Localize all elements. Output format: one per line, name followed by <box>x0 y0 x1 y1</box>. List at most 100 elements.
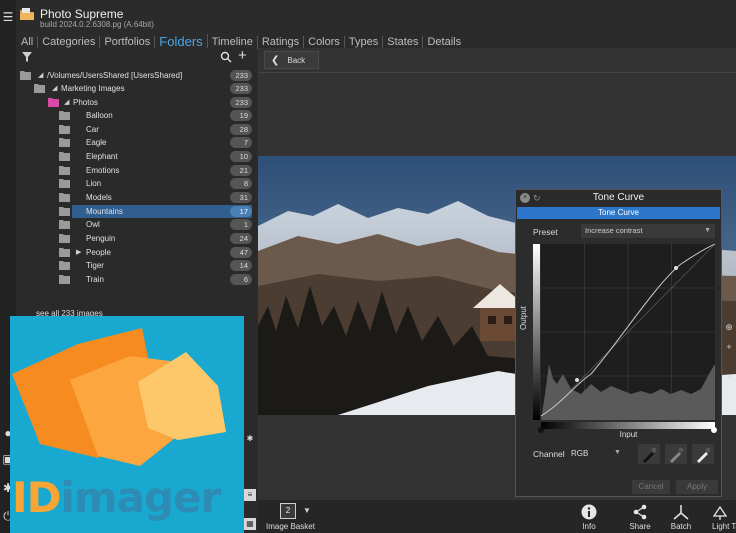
collapsed-arrow-icon[interactable]: ▶ <box>76 246 81 259</box>
tree-row-photos[interactable]: ◢ Photos 233 <box>16 96 256 109</box>
tree-label: Car <box>86 125 99 134</box>
filter-icon[interactable] <box>22 52 32 62</box>
bottom-toolbar: 2 ▼ Image Basket Info Share Batch Light … <box>258 500 736 533</box>
tree-label: People <box>86 248 111 257</box>
list-view-button[interactable]: ≡ <box>244 489 256 501</box>
close-icon[interactable]: × <box>520 193 530 203</box>
count-badge: 19 <box>230 110 252 121</box>
app-build: build 2024.0.2.6308.pg (A.64bit) <box>40 20 154 29</box>
expand-arrow-icon[interactable]: ◢ <box>38 69 43 82</box>
tree-row-emotions[interactable]: Emotions 21 <box>16 164 256 177</box>
preset-select[interactable]: Increase contrast ▼ <box>581 224 715 238</box>
tab-folders[interactable]: Folders <box>155 34 208 49</box>
channel-label: Channel <box>533 449 565 459</box>
folder-icon <box>59 138 70 147</box>
tree-row-people[interactable]: ▶ People 47 <box>16 246 256 259</box>
folder-icon <box>59 248 70 257</box>
channel-select[interactable]: RGB <box>571 449 588 458</box>
folder-icon <box>59 152 70 161</box>
reset-icon[interactable]: ↻ <box>533 193 543 203</box>
folder-icon <box>59 125 70 134</box>
tone-curve-dialog: Tone Curve × ↻ Tone Curve Preset Increas… <box>515 189 722 497</box>
divider <box>258 72 736 73</box>
white-eyedropper-button[interactable] <box>692 444 714 464</box>
tree-row-lion[interactable]: Lion 8 <box>16 177 256 190</box>
batch-button[interactable]: Batch <box>661 502 701 533</box>
count-badge: 47 <box>230 247 252 258</box>
back-button[interactable]: ❮ Back <box>264 51 319 69</box>
curve-graph[interactable] <box>541 244 715 420</box>
count-badge: 233 <box>230 70 252 81</box>
app-title: Photo Supreme <box>40 7 124 21</box>
cancel-button[interactable]: Cancel <box>632 480 670 494</box>
tree-label: /Volumes/UsersShared [UsersShared] <box>47 71 183 80</box>
preset-value: Increase contrast <box>585 226 643 235</box>
folder-icon <box>59 179 70 188</box>
tree-row-mountains[interactable]: Mountains 17 <box>16 205 256 218</box>
count-badge: 28 <box>230 124 252 135</box>
tree-label: Lion <box>86 179 102 188</box>
logo-shapes <box>12 328 226 466</box>
tree-row-root[interactable]: ◢ /Volumes/UsersShared [UsersShared] 233 <box>16 69 256 82</box>
share-label: Share <box>629 522 651 531</box>
zoom-icon[interactable]: ⊕ <box>722 320 736 334</box>
tree-row-models[interactable]: Models 31 <box>16 191 256 204</box>
output-gradient <box>533 244 540 420</box>
count-badge: 233 <box>230 97 252 108</box>
dropdown-arrow-icon: ▼ <box>614 449 621 456</box>
add-icon[interactable]: + <box>238 48 247 63</box>
chevron-left-icon: ❮ <box>271 54 280 66</box>
search-icon[interactable] <box>220 51 232 63</box>
tree-label: Models <box>86 193 112 202</box>
eyedropper-black-icon <box>643 447 657 463</box>
count-badge: 31 <box>230 192 252 203</box>
input-axis-label: Input <box>619 430 638 439</box>
tree-row-balloon[interactable]: Balloon 19 <box>16 109 256 122</box>
eyedropper-white-icon <box>697 447 711 463</box>
eyedropper-gray-icon <box>670 447 684 463</box>
tree-row-penguin[interactable]: Penguin 24 <box>16 232 256 245</box>
gray-eyedropper-button[interactable] <box>665 444 687 464</box>
count-badge: 233 <box>230 83 252 94</box>
tree-row-tiger[interactable]: Tiger 14 <box>16 259 256 272</box>
folder-icon <box>59 166 70 175</box>
folder-icon <box>59 193 70 202</box>
tree-row-elephant[interactable]: Elephant 10 <box>16 150 256 163</box>
info-icon <box>581 504 597 520</box>
black-eyedropper-button[interactable] <box>638 444 660 464</box>
expand-arrow-icon[interactable]: ◢ <box>64 96 69 109</box>
hamburger-menu-icon[interactable]: ☰ <box>1 10 15 24</box>
tree-label: Tiger <box>86 261 104 270</box>
tree-row-marketing[interactable]: ◢ Marketing Images 233 <box>16 82 256 95</box>
tree-row-owl[interactable]: Owl 1 <box>16 218 256 231</box>
count-badge: 1 <box>230 219 252 230</box>
share-button[interactable]: Share <box>620 502 660 533</box>
folder-icon <box>20 71 31 80</box>
tree-row-train[interactable]: Train 6 <box>16 273 256 286</box>
chevron-down-icon[interactable]: ▼ <box>303 506 311 515</box>
zoom-out-icon[interactable]: − <box>722 370 736 384</box>
count-badge: 24 <box>230 233 252 244</box>
tone-curve-tab[interactable]: Tone Curve <box>517 207 720 219</box>
folder-icon <box>59 234 70 243</box>
settings-gear-icon[interactable]: ✱ <box>244 433 256 445</box>
dialog-titlebar[interactable]: Tone Curve × ↻ <box>516 190 721 206</box>
apply-button[interactable]: Apply <box>676 480 718 494</box>
app-logo-icon <box>20 8 34 20</box>
grid-view-button[interactable]: ▦ <box>244 518 256 530</box>
zoom-in-icon[interactable]: + <box>722 340 736 354</box>
info-button[interactable]: Info <box>569 502 609 533</box>
tree-label: Train <box>86 275 104 284</box>
image-basket-label[interactable]: Image Basket <box>266 522 315 531</box>
light-table-button[interactable]: Light Ta <box>704 502 736 533</box>
tree-label: Photos <box>73 98 98 107</box>
expand-arrow-icon[interactable]: ◢ <box>52 82 57 95</box>
tree-row-car[interactable]: Car 28 <box>16 123 256 136</box>
light-table-icon <box>712 505 728 520</box>
count-badge: 14 <box>230 260 252 271</box>
back-label: Back <box>287 55 306 65</box>
image-basket-icon[interactable]: 2 <box>280 503 296 519</box>
folder-icon <box>59 261 70 270</box>
tree-row-eagle[interactable]: Eagle 7 <box>16 136 256 149</box>
tree-label: Owl <box>86 220 100 229</box>
